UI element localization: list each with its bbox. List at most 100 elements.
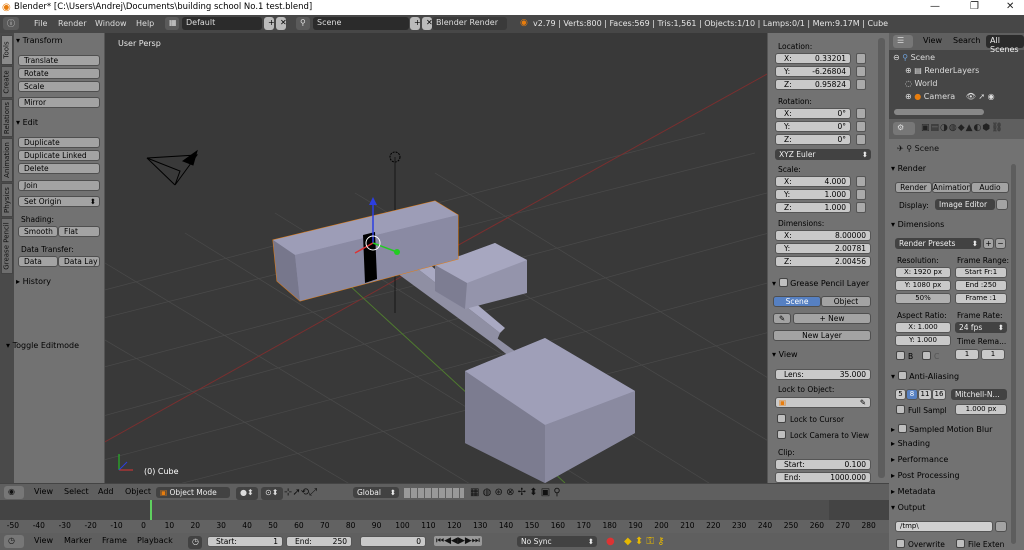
- 3d-view-editor-icon[interactable]: ◉: [4, 486, 24, 499]
- minimize-icon[interactable]: —: [930, 1, 940, 12]
- lock-icon[interactable]: [856, 108, 866, 119]
- tab-tools[interactable]: Tools: [1, 35, 13, 65]
- motion-blur-checkbox[interactable]: [897, 424, 907, 433]
- view-panel-header[interactable]: ▾ View: [772, 350, 798, 359]
- duplicate-button[interactable]: Duplicate: [18, 137, 100, 148]
- lens-field[interactable]: Lens: 35.000: [775, 369, 871, 380]
- post-processing-panel-header[interactable]: ▸ Post Processing: [891, 471, 960, 480]
- lock-icon[interactable]: [856, 176, 866, 187]
- rotation-z-field[interactable]: Z: 0°: [775, 134, 851, 145]
- lock-to-cursor-checkbox[interactable]: [777, 414, 786, 423]
- orientation-dropdown[interactable]: Global ⬍: [353, 487, 399, 498]
- audio-button[interactable]: Audio: [971, 182, 1009, 193]
- scale-x-field[interactable]: X: 4.000: [775, 176, 851, 187]
- dimensions-z-field[interactable]: Z: 2.00456: [775, 256, 871, 267]
- folder-icon[interactable]: [995, 521, 1007, 532]
- outliner-display-dropdown[interactable]: All Scenes: [986, 35, 1024, 54]
- lock-icon[interactable]: [856, 66, 866, 77]
- tab-relations[interactable]: Relations: [1, 99, 13, 137]
- toggle-editmode-header[interactable]: ▾ Toggle Editmode: [6, 341, 79, 350]
- preview-range-icon[interactable]: ◷: [188, 536, 202, 549]
- tab-physics[interactable]: Physics: [1, 183, 13, 217]
- tl-menu-playback[interactable]: Playback: [137, 536, 173, 545]
- timeline-editor-icon[interactable]: ◷: [4, 535, 24, 548]
- frame-end-field[interactable]: End :250: [955, 280, 1007, 291]
- render-engine-selector[interactable]: Blender Render: [432, 17, 507, 30]
- sampled-motion-blur-header[interactable]: ▸ Sampled Motion Blur: [891, 423, 992, 434]
- editor-type-icon[interactable]: ⓘ: [3, 17, 19, 30]
- set-origin-dropdown[interactable]: Set Origin ⬍: [18, 196, 100, 207]
- sync-mode-dropdown[interactable]: No Sync ⬍: [517, 536, 597, 547]
- render-button[interactable]: Render: [895, 182, 932, 193]
- translate-button[interactable]: Translate: [18, 55, 100, 66]
- clip-end-field[interactable]: End: 1000.000: [775, 472, 871, 483]
- outliner-scrollbar[interactable]: [894, 109, 984, 115]
- tl-menu-view[interactable]: View: [34, 536, 53, 545]
- scale-y-field[interactable]: Y: 1.000: [775, 189, 851, 200]
- camera-object[interactable]: [146, 149, 199, 186]
- full-sample-checkbox[interactable]: [896, 405, 905, 414]
- dimensions-x-field[interactable]: X: 8.00000: [775, 230, 871, 241]
- outliner-view-menu[interactable]: View: [923, 36, 942, 45]
- performance-panel-header[interactable]: ▸ Performance: [891, 455, 948, 464]
- gp-new-button[interactable]: + New: [793, 313, 871, 324]
- frame-rate-dropdown[interactable]: 24 fps ⬍: [955, 322, 1007, 333]
- outliner-editor-icon[interactable]: ☰: [893, 35, 913, 48]
- outliner-item-camera[interactable]: ⊕ ● Camera 👁 ➚ ◉: [905, 92, 995, 101]
- playback-controls[interactable]: ⏮◀◀▶▶⏭: [434, 536, 482, 546]
- end-frame-field[interactable]: End: 250: [286, 536, 352, 547]
- dimensions-panel-header[interactable]: ▾ Dimensions: [891, 220, 944, 229]
- layout-icon[interactable]: ▦: [165, 17, 179, 30]
- crop-checkbox[interactable]: [922, 351, 931, 360]
- keyframe-icons[interactable]: ◆ ⬍ ⚿ ⚷: [624, 536, 665, 547]
- view-tool-icons[interactable]: ▦ ◍ ⊛ ⊗ ✢ ⬍ ▣ ⚲: [470, 487, 561, 498]
- aa-samples-16[interactable]: 16: [932, 389, 946, 400]
- building-mesh[interactable]: [390, 243, 635, 483]
- 3d-viewport[interactable]: User Persp (0) Cube: [105, 33, 767, 483]
- transform-panel-header[interactable]: ▾ Transform: [16, 36, 62, 45]
- menu-help[interactable]: Help: [136, 19, 154, 28]
- lock-icon[interactable]: [856, 53, 866, 64]
- history-panel-header[interactable]: ▸ History: [16, 277, 51, 286]
- aa-samples-11[interactable]: 11: [918, 389, 932, 400]
- time-remap-old-field[interactable]: 1: [955, 349, 979, 360]
- data-button[interactable]: Data: [18, 256, 58, 267]
- aa-filter-dropdown[interactable]: Mitchell-N...: [951, 389, 1007, 400]
- lock-icon[interactable]: [856, 202, 866, 213]
- delete-button[interactable]: Delete: [18, 163, 100, 174]
- rotation-x-field[interactable]: X: 0°: [775, 108, 851, 119]
- resolution-y-field[interactable]: Y: 1080 px: [895, 280, 951, 291]
- remove-preset-icon[interactable]: −: [995, 238, 1006, 249]
- outliner-item-scene[interactable]: ⊖ ⚲ Scene: [893, 53, 935, 62]
- pivot-icon[interactable]: ⊙⬍: [261, 487, 283, 500]
- add-layout-icon[interactable]: +: [264, 17, 275, 30]
- overwrite-checkbox[interactable]: [896, 539, 905, 548]
- mirror-button[interactable]: Mirror: [18, 97, 100, 108]
- scale-button[interactable]: Scale: [18, 81, 100, 92]
- menu-add[interactable]: Add: [98, 487, 114, 496]
- context-icons[interactable]: ▣▤◑◍◆▲◐⬢⛓: [921, 123, 1004, 133]
- aa-samples-5[interactable]: 5: [895, 389, 906, 400]
- file-extensions-checkbox[interactable]: [956, 539, 965, 548]
- aspect-x-field[interactable]: X: 1.000: [895, 322, 951, 333]
- outliner-item-renderlayers[interactable]: ⊕ ▤ RenderLayers: [905, 66, 979, 75]
- display-options-icon[interactable]: [996, 199, 1008, 210]
- clip-start-field[interactable]: Start: 0.100: [775, 459, 871, 470]
- maximize-icon[interactable]: ❐: [970, 1, 979, 12]
- animation-button[interactable]: Animation: [932, 182, 971, 193]
- rotation-mode-dropdown[interactable]: XYZ Euler ⬍: [775, 149, 871, 160]
- add-preset-icon[interactable]: +: [983, 238, 994, 249]
- lock-icon[interactable]: [856, 79, 866, 90]
- lock-object-field[interactable]: ▣ ✎: [775, 397, 871, 408]
- menu-window[interactable]: Window: [95, 19, 127, 28]
- tab-animation[interactable]: Animation: [1, 138, 13, 182]
- remove-layout-icon[interactable]: ✕: [276, 17, 287, 30]
- layer-buttons[interactable]: [404, 488, 464, 498]
- lock-icon[interactable]: [856, 189, 866, 200]
- frame-start-field[interactable]: Start Fr:1: [955, 267, 1007, 278]
- tl-menu-marker[interactable]: Marker: [64, 536, 92, 545]
- resolution-percent-field[interactable]: 50%: [895, 293, 951, 304]
- outliner-search-menu[interactable]: Search: [953, 36, 980, 45]
- duplicate-linked-button[interactable]: Duplicate Linked: [18, 150, 100, 161]
- menu-view[interactable]: View: [34, 487, 53, 496]
